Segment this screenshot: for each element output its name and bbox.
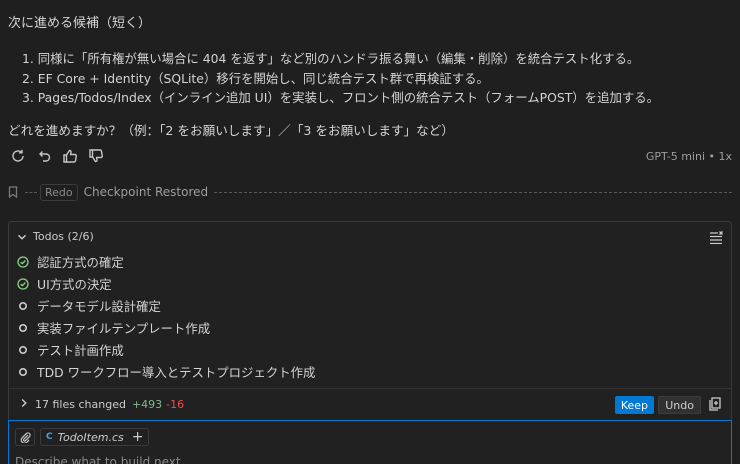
bookmark-icon [8, 186, 18, 199]
undo-button[interactable]: Undo [658, 396, 701, 414]
checkpoint-label: Checkpoint Restored [83, 185, 209, 199]
todo-label: 認証方式の確定 [37, 255, 124, 270]
chat-question: どれを進めますか？（例：「2 をお願いします」／「3 をお願いします」など） [8, 123, 454, 138]
add-context-button[interactable]: + [132, 430, 144, 444]
files-changed-label: 17 files changed [35, 398, 126, 411]
divider [214, 191, 732, 193]
list-item: 1. 同様に「所有権が無い場合に 404 を返す」など別のハンドラ振る舞い（編集… [22, 51, 640, 66]
thumbs-down-icon[interactable] [86, 146, 106, 166]
chat-input[interactable] [15, 455, 415, 464]
todo-item: データモデル設計確定 [17, 295, 315, 317]
circle-icon [17, 300, 29, 312]
context-file-label: TodoItem.cs [57, 430, 124, 444]
clear-list-icon[interactable] [709, 231, 723, 248]
circle-icon [17, 344, 29, 356]
divider [25, 191, 37, 193]
circle-icon [17, 366, 29, 378]
todo-label: 実装ファイルテンプレート作成 [37, 321, 211, 336]
view-diff-icon[interactable] [709, 397, 723, 415]
response-actions [8, 146, 106, 166]
todo-label: テスト計画作成 [37, 343, 124, 358]
todo-item: テスト計画作成 [17, 339, 315, 361]
todos-panel: Todos (2/6) 認証方式の確定 UI方式の決定 データモデル設計確定 実… [8, 221, 732, 421]
todos-title: Todos (2/6) [33, 230, 94, 243]
next-steps-list: 1. 同様に「所有権が無い場合に 404 を返す」など別のハンドラ振る舞い（編集… [22, 49, 659, 108]
undo-icon[interactable] [34, 146, 54, 166]
circle-icon [17, 322, 29, 334]
todos-header[interactable]: Todos (2/6) [17, 230, 94, 243]
thumbs-up-icon[interactable] [60, 146, 80, 166]
chat-input-box: C TodoItem.cs + [8, 420, 732, 464]
files-changed-row[interactable]: 17 files changed +493 -16 Keep Undo [9, 388, 731, 420]
redo-button[interactable]: Redo [40, 183, 78, 201]
chevron-right-icon [19, 397, 29, 412]
lines-removed: -16 [166, 398, 185, 411]
model-info: GPT-5 mini • 1x [645, 150, 732, 163]
context-file-chip[interactable]: C TodoItem.cs + [40, 428, 150, 446]
csharp-file-icon: C [46, 432, 53, 442]
lines-added: +493 [131, 398, 163, 411]
todo-label: TDD ワークフロー導入とテストプロジェクト作成 [37, 365, 316, 380]
todo-label: UI方式の決定 [37, 277, 112, 292]
todo-item: UI方式の決定 [17, 273, 315, 295]
list-item: 3. Pages/Todos/Index（インライン追加 UI）を実装し、フロン… [22, 90, 660, 105]
check-circle-icon [17, 278, 29, 290]
todo-label: データモデル設計確定 [37, 299, 161, 314]
keep-button[interactable]: Keep [614, 396, 654, 414]
check-circle-icon [17, 256, 29, 268]
todo-list: 認証方式の確定 UI方式の決定 データモデル設計確定 実装ファイルテンプレート作… [17, 251, 315, 383]
checkpoint-row: Redo Checkpoint Restored [8, 181, 732, 203]
retry-icon[interactable] [8, 146, 28, 166]
todo-item: TDD ワークフロー導入とテストプロジェクト作成 [17, 361, 315, 383]
chat-heading: 次に進める候補（短く） [8, 16, 152, 31]
todo-item: 認証方式の確定 [17, 251, 315, 273]
todo-item: 実装ファイルテンプレート作成 [17, 317, 315, 339]
attach-icon[interactable] [15, 428, 35, 446]
list-item: 2. EF Core + Identity（SQLite）移行を開始し、同じ統合… [22, 70, 489, 86]
chevron-down-icon [17, 234, 27, 240]
